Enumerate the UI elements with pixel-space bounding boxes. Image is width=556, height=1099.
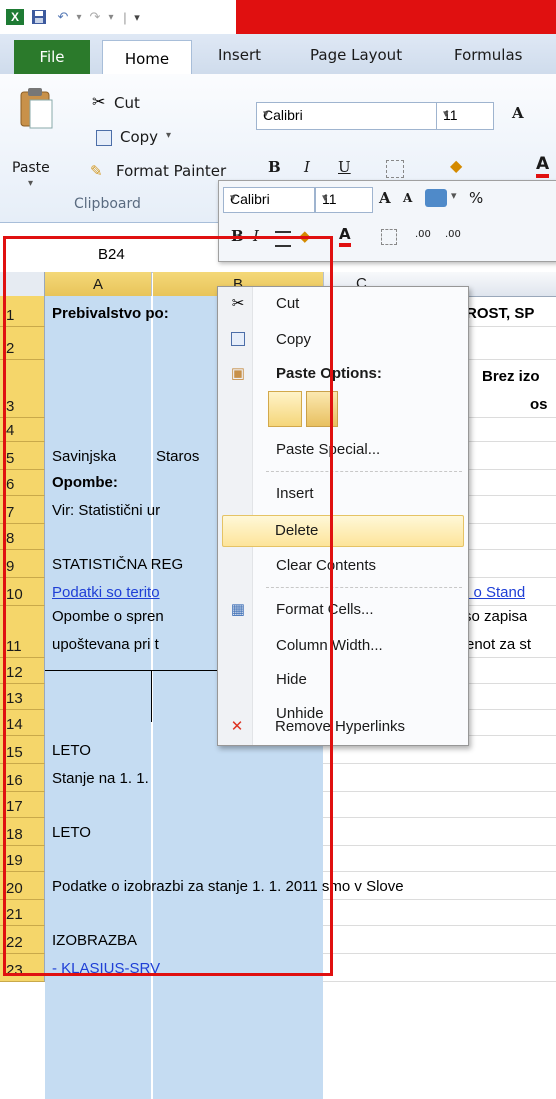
mini-accounting-format-icon[interactable] [425, 189, 447, 207]
copy-icon [96, 130, 112, 146]
cell[interactable]: i o Stand [466, 584, 525, 601]
format-painter-label: Format Painter [116, 162, 227, 180]
paste-dropdown-icon[interactable]: ▾ [28, 178, 33, 189]
gridline [323, 763, 556, 764]
format-painter-button[interactable]: ✎ Format Painter [90, 162, 230, 184]
mini-font-name-combo[interactable]: Calibri ▾ [223, 187, 315, 213]
paste-label: Paste [12, 160, 50, 176]
cut-button[interactable]: ✂ Cut [92, 94, 182, 116]
font-size-combo[interactable]: 11 ▾ [436, 102, 494, 130]
scissors-icon: ✂ [92, 94, 106, 111]
mini-accounting-dropdown-icon[interactable]: ▾ [451, 189, 457, 202]
gridline [323, 845, 556, 846]
italic-button[interactable]: I [304, 158, 310, 176]
mini-percent-button[interactable]: % [469, 189, 483, 207]
paste-button[interactable]: Paste ▾ [12, 86, 60, 189]
mini-borders-icon[interactable] [381, 229, 397, 245]
cell[interactable]: os [530, 396, 548, 413]
save-icon[interactable] [30, 9, 48, 25]
paintbrush-icon: ✎ [90, 163, 103, 180]
excel-app-icon[interactable]: X [6, 9, 24, 25]
mini-font-name-dropdown-icon[interactable]: ▾ [230, 191, 310, 204]
fill-color-icon[interactable]: ◆ [450, 156, 462, 176]
font-size-dropdown-icon[interactable]: ▾ [443, 107, 489, 120]
mini-increase-decimal-button[interactable]: .00 [415, 229, 431, 240]
cut-label: Cut [114, 94, 140, 112]
tab-file[interactable]: File [14, 40, 90, 74]
gridline [323, 817, 556, 818]
customize-qat-icon[interactable]: ▾ [128, 9, 146, 25]
gridline [323, 791, 556, 792]
borders-icon[interactable] [386, 160, 404, 178]
underline-button[interactable]: U [338, 158, 351, 176]
tab-formulas[interactable]: Formulas [454, 46, 522, 64]
title-bar-highlight [236, 0, 556, 34]
paste-icon [20, 88, 53, 129]
bold-button[interactable]: B [268, 158, 281, 176]
mini-shrink-font-button[interactable]: A [403, 191, 412, 205]
copy-label: Copy [120, 128, 159, 146]
font-name-combo[interactable]: Calibri ▾ [256, 102, 438, 130]
ribbon-tabs: File Home Insert Page Layout Formulas [0, 34, 556, 76]
title-bar: X ↶ ▾ ↷ ▾ | ▾ [0, 0, 556, 34]
annotation-highlight-box [3, 236, 333, 976]
tab-insert[interactable]: Insert [218, 46, 261, 64]
cell[interactable]: Brez izo [482, 368, 540, 385]
gridline [323, 899, 556, 900]
copy-button[interactable]: Copy ▾ [96, 128, 206, 150]
mini-font-size-combo[interactable]: 11 ▾ [315, 187, 373, 213]
mini-decrease-decimal-button[interactable]: .00 [445, 229, 461, 240]
gridline [323, 981, 556, 982]
tab-home[interactable]: Home [102, 40, 192, 76]
mini-grow-font-button[interactable]: A [379, 189, 391, 207]
tab-page-layout[interactable]: Page Layout [310, 46, 402, 64]
cell[interactable]: ROST, SP [466, 305, 534, 322]
gridline [323, 925, 556, 926]
font-name-dropdown-icon[interactable]: ▾ [263, 107, 433, 120]
clipboard-group-label: Clipboard [74, 196, 141, 212]
cell[interactable]: so zapisa [464, 608, 527, 625]
grow-font-button[interactable]: A [512, 104, 524, 122]
font-color-button[interactable]: A [536, 154, 550, 178]
mini-font-size-dropdown-icon[interactable]: ▾ [322, 191, 368, 204]
gridline [323, 871, 556, 872]
gridline [323, 953, 556, 954]
mini-font-color-button[interactable]: A [339, 225, 351, 247]
cell[interactable]: enot za st [466, 636, 531, 653]
copy-dropdown-icon[interactable]: ▾ [166, 130, 171, 141]
